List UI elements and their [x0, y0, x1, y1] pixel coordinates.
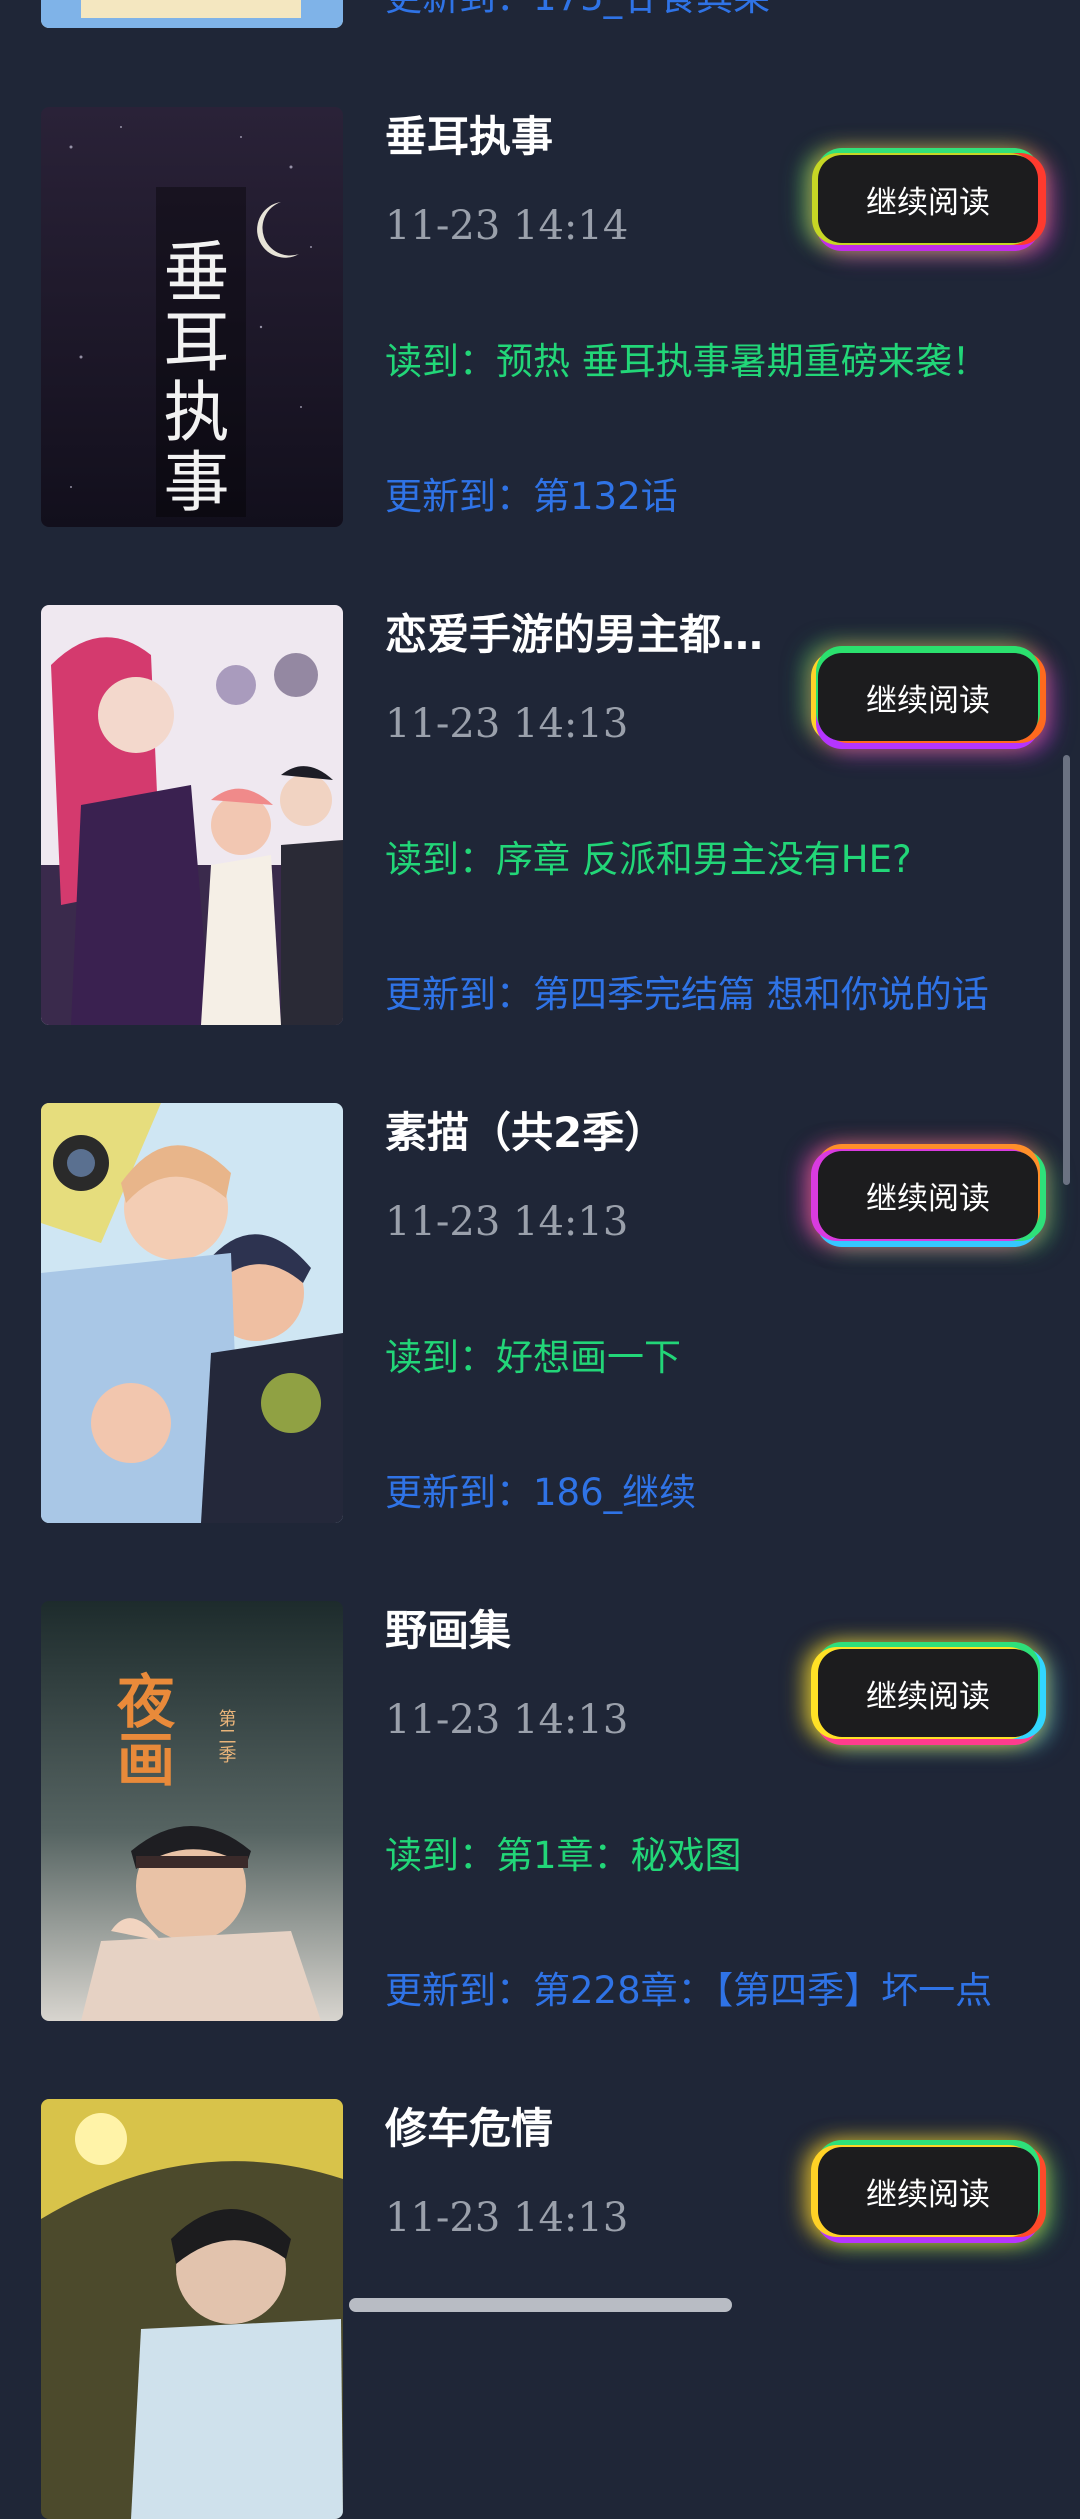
home-indicator[interactable]: [349, 2298, 732, 2312]
latest-update-text: 更新到：第228章：【第四季】坏一点: [385, 1969, 993, 2012]
list-item[interactable]: 素描（共2季） 11-23 14:13 读到：好想画一下 更新到：186_继续 …: [0, 1103, 1080, 1523]
comic-cover[interactable]: 夜画 第二季: [41, 1601, 343, 2021]
last-read-time: 11-23 14:13: [385, 1697, 629, 1743]
latest-update-text: 更新到：186_继续: [385, 1471, 697, 1514]
last-read-time: 11-23 14:13: [385, 2195, 629, 2241]
last-read-time: 11-23 14:14: [385, 203, 629, 249]
read-progress-text: 读到：序章 反派和男主没有HE?: [385, 838, 912, 881]
comic-cover[interactable]: [41, 0, 343, 28]
list-item[interactable]: 夜画 第二季 野画集 11-23 14:13 读到：第1章：秘戏图 更新到：第2…: [0, 1601, 1080, 2021]
latest-update-text: 更新到：175_甘食其果: [385, 0, 1045, 23]
comic-cover[interactable]: [41, 605, 343, 1025]
latest-update-text: 更新到：第四季完结篇 想和你说的话: [385, 973, 989, 1016]
comic-title[interactable]: 垂耳执事: [385, 109, 805, 165]
comic-cover[interactable]: [41, 1103, 343, 1523]
continue-reading-button[interactable]: 继续阅读: [818, 155, 1038, 243]
scrollbar[interactable]: [1063, 755, 1070, 1185]
continue-reading-button[interactable]: 继续阅读: [818, 653, 1038, 741]
cover-title: 夜画: [107, 1671, 176, 1787]
last-read-time: 11-23 14:13: [385, 1199, 629, 1245]
continue-reading-button[interactable]: 继续阅读: [818, 1151, 1038, 1239]
list-item-partial[interactable]: 更新到：175_甘食其果: [0, 0, 1080, 28]
cover-title: 垂耳执事: [153, 237, 230, 517]
read-progress-text: 读到：第1章：秘戏图: [385, 1834, 742, 1877]
list-item[interactable]: 恋爱手游的男主都… 11-23 14:13 读到：序章 反派和男主没有HE? 更…: [0, 605, 1080, 1025]
cover-subtitle: 第二季: [216, 1709, 237, 1764]
comic-title[interactable]: 修车危情: [385, 2101, 805, 2157]
list-item[interactable]: 垂耳执事 垂耳执事 11-23 14:14 读到：预热 垂耳执事暑期重磅来袭！ …: [0, 107, 1080, 527]
read-progress-text: 读到：好想画一下: [385, 1336, 681, 1379]
comic-cover[interactable]: [41, 2099, 343, 2519]
continue-reading-button[interactable]: 继续阅读: [818, 1649, 1038, 1737]
comic-title[interactable]: 素描（共2季）: [385, 1105, 805, 1161]
last-read-time: 11-23 14:13: [385, 701, 629, 747]
continue-reading-button[interactable]: 继续阅读: [818, 2147, 1038, 2235]
comic-title[interactable]: 野画集: [385, 1603, 805, 1659]
read-progress-text: 读到：预热 垂耳执事暑期重磅来袭！: [385, 340, 989, 383]
latest-update-text: 更新到：第132话: [385, 475, 678, 518]
comic-cover[interactable]: 垂耳执事: [41, 107, 343, 527]
comic-title[interactable]: 恋爱手游的男主都…: [385, 607, 805, 663]
